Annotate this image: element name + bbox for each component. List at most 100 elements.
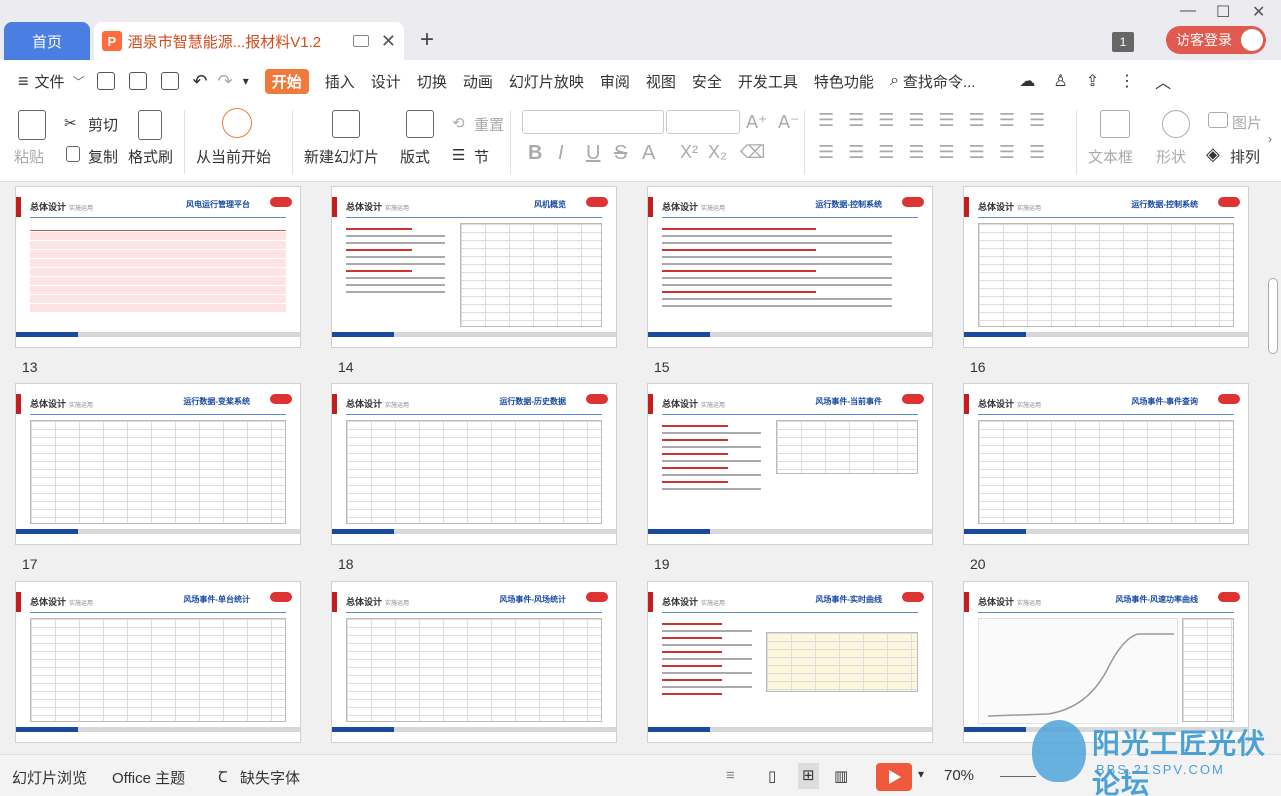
decrease-font-icon[interactable]: A⁻	[778, 112, 800, 133]
slide-thumbnail[interactable]: 总体设计 实施运用 风场事件-事件查询	[963, 383, 1249, 545]
slide-thumbnail[interactable]: 总体设计 实施运用 风场事件-风场统计	[331, 581, 617, 743]
cut-button[interactable]: 剪切	[88, 114, 118, 135]
alignment-tools-icon[interactable]: ☰☰☰☰☰☰☰☰	[818, 142, 1059, 163]
more-quick-icon[interactable]: ▾	[243, 74, 249, 88]
slide-thumbnail[interactable]: 总体设计 实施运用 风场事件-单台统计	[15, 581, 301, 743]
save-icon[interactable]	[96, 72, 115, 90]
slide-thumbnail[interactable]: 总体设计 实施运用 运行数据-历史数据	[331, 383, 617, 545]
menu-review[interactable]: 审阅	[600, 71, 630, 92]
format-painter-icon[interactable]	[138, 110, 162, 140]
paste-icon[interactable]	[18, 110, 46, 140]
minimize-icon[interactable]: —	[1180, 2, 1196, 20]
increase-font-icon[interactable]: A⁺	[746, 112, 768, 133]
play-from-current-icon[interactable]	[222, 108, 252, 138]
slide-thumbnail[interactable]: 总体设计 实施运用 风场事件-实时曲线	[647, 581, 933, 743]
menu-developer[interactable]: 开发工具	[738, 71, 798, 92]
zoom-slider[interactable]	[1000, 776, 1036, 777]
missing-font-label[interactable]: 缺失字体	[240, 767, 300, 788]
collapse-ribbon-icon[interactable]: ︿	[1155, 69, 1171, 93]
maximize-icon[interactable]: ☐	[1216, 2, 1230, 22]
strikethrough-icon[interactable]: S	[614, 142, 627, 165]
bold-icon[interactable]: B	[528, 142, 542, 165]
menu-insert[interactable]: 插入	[325, 71, 355, 92]
format-painter-button[interactable]: 格式刷	[128, 146, 173, 167]
reset-button[interactable]: 重置	[474, 114, 504, 135]
font-color-icon[interactable]: A	[642, 142, 655, 165]
layout-icon[interactable]	[406, 110, 434, 138]
ribbon-scroll-right-icon[interactable]: ›	[1268, 132, 1272, 146]
menu-security[interactable]: 安全	[692, 71, 722, 92]
picture-button[interactable]: 图片	[1232, 112, 1262, 133]
zoom-level[interactable]: 70%	[944, 767, 974, 784]
font-size-select[interactable]	[666, 110, 740, 134]
layout-button[interactable]: 版式	[400, 146, 430, 167]
menu-file[interactable]: 文件	[35, 71, 65, 92]
arrange-button[interactable]: 排列	[1230, 146, 1260, 167]
window-count-badge[interactable]: 1	[1112, 32, 1134, 52]
more-icon[interactable]: ⋮	[1119, 71, 1135, 91]
arrange-icon[interactable]: ◈	[1206, 144, 1220, 165]
cloud-icon[interactable]: ☁	[1019, 71, 1035, 91]
clear-format-icon[interactable]: ⌫	[740, 142, 765, 163]
shape-icon[interactable]	[1162, 110, 1190, 138]
paste-button[interactable]: 粘贴	[14, 146, 44, 167]
share-icon[interactable]: ⇪	[1086, 71, 1099, 91]
menu-slideshow[interactable]: 幻灯片放映	[509, 71, 584, 92]
office-theme-label[interactable]: Office 主题	[112, 767, 185, 788]
monitor-icon[interactable]	[353, 35, 369, 47]
notes-icon[interactable]: ≡	[726, 767, 735, 784]
new-slide-button[interactable]: 新建幻灯片	[304, 146, 379, 167]
slide-thumbnail[interactable]: 总体设计 实施运用 运行数据-变桨系统	[15, 383, 301, 545]
export-icon[interactable]	[128, 72, 147, 90]
slide-sorter-view-icon[interactable]: ⊞	[798, 763, 819, 789]
underline-icon[interactable]: U	[586, 142, 600, 165]
from-current-button[interactable]: 从当前开始	[196, 146, 271, 167]
slide-thumbnail[interactable]: 总体设计 实施运用 风电运行管理平台	[15, 186, 301, 348]
tab-document[interactable]: P 酒泉市智慧能源...报材料V1.2 ✕	[94, 22, 404, 60]
copy-button[interactable]: 复制	[88, 146, 118, 167]
scrollbar-thumb[interactable]	[1268, 278, 1278, 354]
visitor-login-button[interactable]: 访客登录	[1166, 26, 1266, 54]
slide-thumbnail[interactable]: 总体设计 实施运用 运行数据-控制系统	[647, 186, 933, 348]
search-icon[interactable]: ⌕	[890, 72, 899, 90]
close-window-icon[interactable]: ✕	[1252, 2, 1265, 22]
copy-icon[interactable]	[66, 146, 80, 162]
slide-thumbnail[interactable]: 总体设计 实施运用 风场事件-当前事件	[647, 383, 933, 545]
hamburger-icon[interactable]: ≡	[18, 71, 29, 92]
menu-design[interactable]: 设计	[371, 71, 401, 92]
scrollbar-track[interactable]	[1266, 182, 1281, 754]
slide-thumbnail[interactable]: 总体设计 实施运用 运行数据-控制系统	[963, 186, 1249, 348]
menu-features[interactable]: 特色功能	[814, 71, 874, 92]
font-icon[interactable]: Ꞇ	[218, 767, 227, 787]
menu-animation[interactable]: 动画	[463, 71, 493, 92]
section-button[interactable]: 节	[474, 146, 489, 167]
slideshow-play-button[interactable]	[876, 763, 912, 791]
reading-view-icon[interactable]: ▥	[834, 767, 848, 785]
scissors-icon[interactable]: ✂	[64, 114, 77, 132]
shape-button[interactable]: 形状	[1156, 146, 1186, 167]
close-tab-icon[interactable]: ✕	[381, 31, 396, 52]
new-slide-icon[interactable]	[332, 110, 360, 138]
tab-home[interactable]: 首页	[4, 22, 90, 60]
menu-transition[interactable]: 切换	[417, 71, 447, 92]
font-name-select[interactable]	[522, 110, 664, 134]
picture-icon[interactable]	[1208, 112, 1228, 128]
slide-browse-label[interactable]: 幻灯片浏览	[12, 767, 87, 788]
section-icon[interactable]: ☰	[452, 146, 465, 164]
menu-start[interactable]: 开始	[264, 68, 309, 94]
add-user-icon[interactable]: ♙	[1053, 71, 1067, 91]
slideshow-dropdown-icon[interactable]: ▾	[918, 767, 924, 781]
menu-view[interactable]: 视图	[646, 71, 676, 92]
chevron-down-icon[interactable]: ﹀	[73, 73, 85, 90]
paragraph-tools-icon[interactable]: ☰☰☰☰☰☰☰☰	[818, 110, 1059, 131]
textbox-button[interactable]: 文本框	[1088, 146, 1133, 167]
reset-icon[interactable]: ⟲	[452, 114, 465, 132]
slide-thumbnail[interactable]: 总体设计 实施运用 风机概览	[331, 186, 617, 348]
redo-icon[interactable]: ↷	[218, 71, 233, 92]
undo-icon[interactable]: ↶	[193, 71, 208, 92]
new-tab-button[interactable]: +	[420, 26, 434, 54]
command-search[interactable]: 查找命令...	[903, 71, 976, 92]
subscript-icon[interactable]: X₂	[708, 142, 727, 163]
superscript-icon[interactable]: X²	[680, 142, 698, 163]
print-icon[interactable]	[160, 72, 179, 90]
